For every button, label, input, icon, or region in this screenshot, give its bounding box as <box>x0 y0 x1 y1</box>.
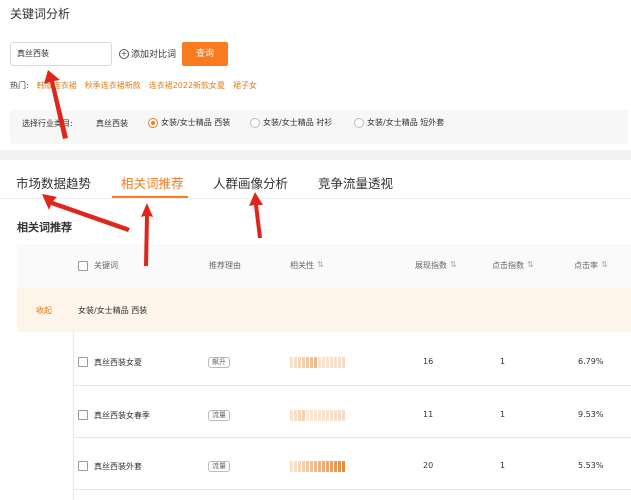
annotation-arrows <box>42 70 263 266</box>
arrow-to-search <box>44 70 68 139</box>
arrow-to-related-tab <box>141 203 153 266</box>
arrow-to-audience-tab <box>249 192 263 238</box>
arrow-to-market-tab <box>42 194 130 232</box>
